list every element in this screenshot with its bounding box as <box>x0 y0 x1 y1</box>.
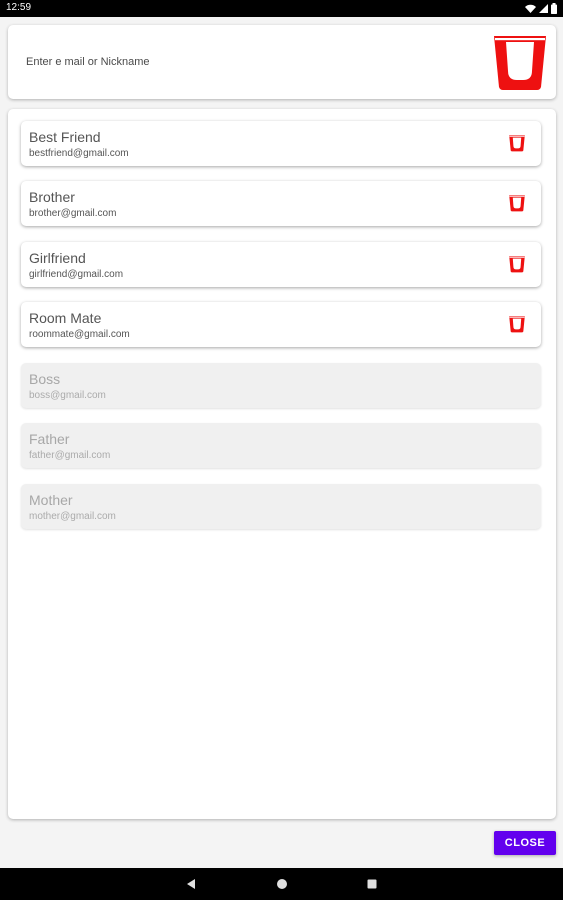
navigation-bar <box>0 868 563 900</box>
battery-icon <box>551 3 557 14</box>
contact-email: brother@gmail.com <box>29 208 117 219</box>
contact-item-brother[interactable]: Brother brother@gmail.com <box>21 181 541 226</box>
contact-email: girlfriend@gmail.com <box>29 269 124 280</box>
contact-item-father[interactable]: Father father@gmail.com <box>21 423 541 468</box>
signal-icon <box>539 4 548 13</box>
cup-icon[interactable] <box>490 33 550 91</box>
contact-name: Best Friend <box>29 129 101 145</box>
status-icons <box>525 3 557 14</box>
close-button[interactable]: CLOSE <box>494 831 556 855</box>
back-icon[interactable] <box>184 877 198 891</box>
contact-name: Mother <box>29 492 73 508</box>
contact-name: Boss <box>29 371 61 387</box>
recents-icon[interactable] <box>365 877 379 891</box>
status-time: 12:59 <box>6 2 32 13</box>
contact-email: boss@gmail.com <box>29 390 106 401</box>
contact-item-boss[interactable]: Boss boss@gmail.com <box>21 363 541 408</box>
cup-icon[interactable] <box>508 315 526 333</box>
contact-email: bestfriend@gmail.com <box>29 148 129 159</box>
cup-icon[interactable] <box>508 255 526 273</box>
search-input[interactable] <box>26 51 446 73</box>
contact-item-best-friend[interactable]: Best Friend bestfriend@gmail.com <box>21 121 541 166</box>
search-card <box>8 25 556 99</box>
contact-email: roommate@gmail.com <box>29 329 130 340</box>
cup-icon[interactable] <box>508 134 526 152</box>
contact-item-room-mate[interactable]: Room Mate roommate@gmail.com <box>21 302 541 347</box>
contact-name: Room Mate <box>29 310 102 326</box>
contact-name: Brother <box>29 189 75 205</box>
contact-item-mother[interactable]: Mother mother@gmail.com <box>21 484 541 529</box>
contact-item-girlfriend[interactable]: Girlfriend girlfriend@gmail.com <box>21 242 541 287</box>
cup-icon[interactable] <box>508 194 526 212</box>
wifi-icon <box>525 4 536 13</box>
status-bar: 12:59 <box>0 0 563 17</box>
contact-email: father@gmail.com <box>29 450 111 461</box>
contact-name: Father <box>29 431 70 447</box>
home-icon[interactable] <box>275 877 289 891</box>
contact-name: Girlfriend <box>29 250 86 266</box>
contact-list: Best Friend bestfriend@gmail.com Brother… <box>8 109 556 819</box>
contact-email: mother@gmail.com <box>29 511 116 522</box>
